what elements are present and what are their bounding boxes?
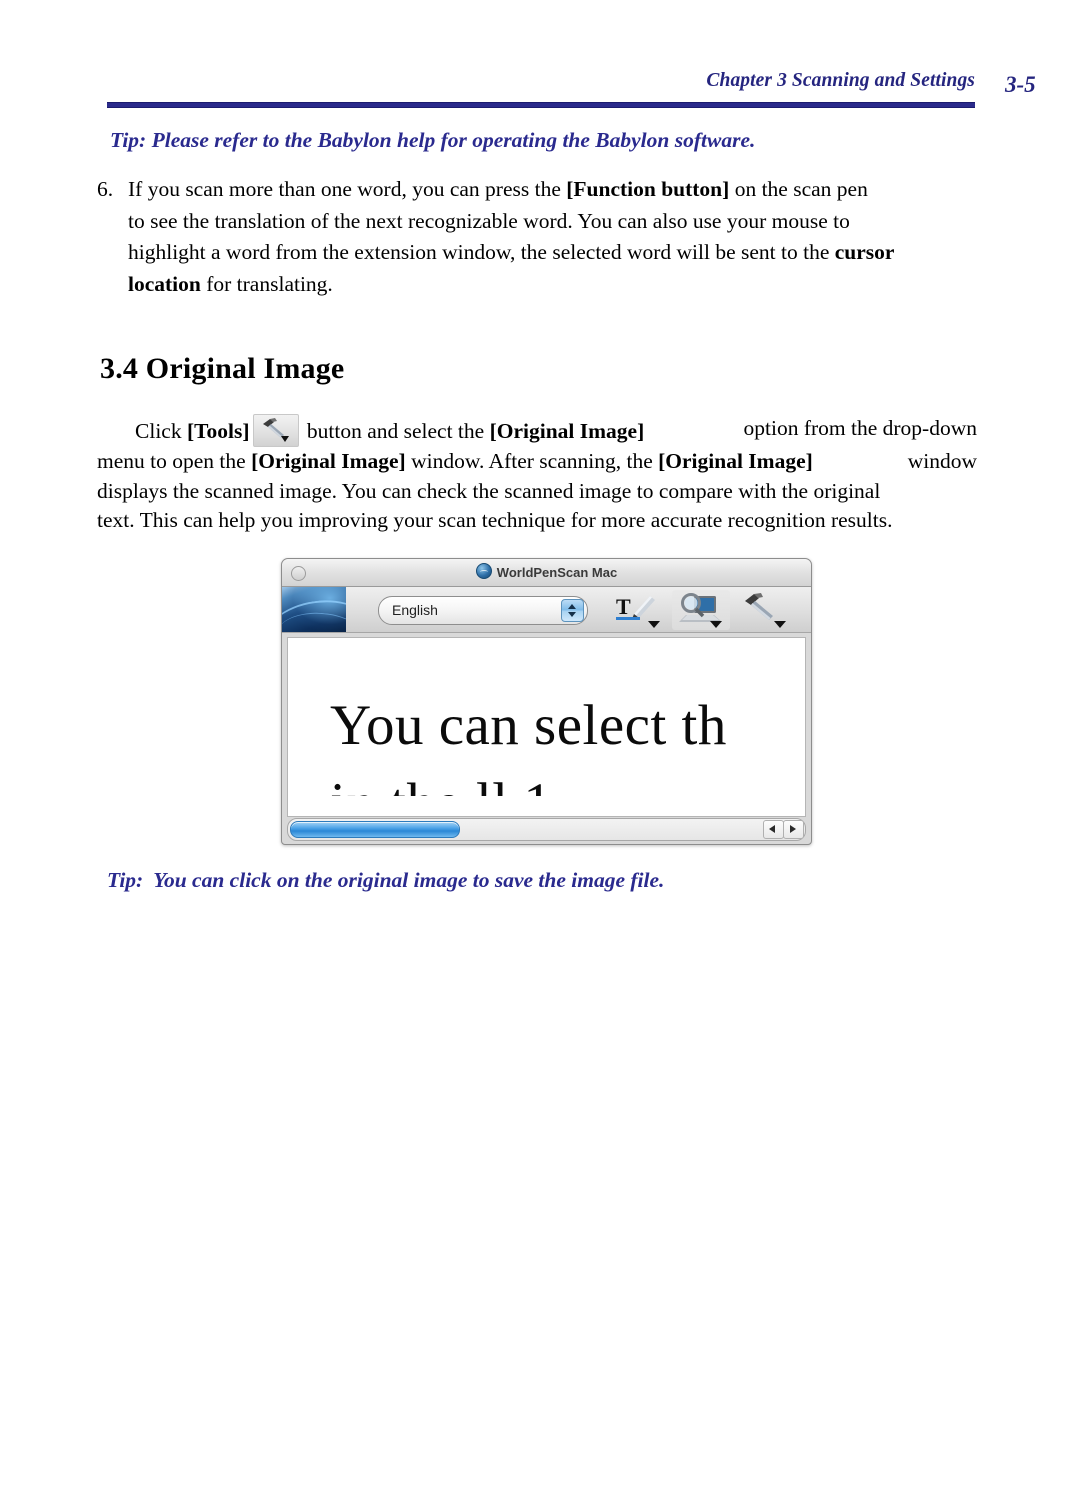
body-line-1: Click [Tools] button and select the [Ori… <box>97 414 977 447</box>
worldpenscan-app-window: WorldPenScan Mac English T You can selec… <box>281 558 812 845</box>
section-heading-original-image: 3.4 Original Image <box>100 352 345 385</box>
body-line-1-left: Click [Tools] button and select the [Ori… <box>97 414 644 447</box>
horizontal-scrollbar[interactable] <box>287 818 806 841</box>
language-select[interactable]: English <box>378 596 588 625</box>
body-line-2-right: window <box>907 449 977 473</box>
header-rule-divider <box>107 102 975 108</box>
triangle-left-icon <box>769 825 775 833</box>
chevron-down-icon <box>568 612 576 617</box>
tip-text: You can click on the original image to s… <box>153 868 665 892</box>
window-title: WorldPenScan Mac <box>496 565 618 580</box>
body-line-2: menu to open the [Original Image] window… <box>97 447 977 477</box>
body-line-4: text. This can help you improving your s… <box>97 508 893 532</box>
tools-menu-label: [Tools] <box>186 419 250 443</box>
toolbar-buttons: T <box>610 590 800 632</box>
tip-babylon-help: Tip: Please refer to the Babylon help fo… <box>110 128 756 152</box>
scanned-text-line-1: You can select th <box>330 694 727 757</box>
text-pen-button[interactable]: T <box>610 590 668 630</box>
language-stepper[interactable] <box>561 599 584 622</box>
running-header: Chapter 3 Scanning and Settings <box>107 70 975 112</box>
function-button-label: [Function button] <box>566 177 730 201</box>
tip-save-image-file: Tip: You can click on the original image … <box>107 868 664 893</box>
chevron-down-icon <box>774 621 786 628</box>
body-line-3: displays the scanned image. You can chec… <box>97 478 881 503</box>
worldpenscan-globe-icon <box>475 563 492 579</box>
window-title-group: WorldPenScan Mac <box>282 563 811 582</box>
list-item-line: If you scan more than one word, you can … <box>128 177 868 201</box>
page-number: 3-5 <box>1005 72 1036 97</box>
scanner-laptop-button[interactable] <box>672 590 730 630</box>
window-titlebar: WorldPenScan Mac <box>282 559 811 587</box>
chevron-down-icon <box>648 621 660 628</box>
svg-text:T: T <box>616 594 631 619</box>
scroll-right-arrow[interactable] <box>783 820 804 839</box>
chevron-down-icon <box>710 621 722 628</box>
horizontal-scrollbar-thumb[interactable] <box>290 821 460 838</box>
hammer-tools-button[interactable] <box>736 590 794 630</box>
numbered-list-item-6: 6. If you scan more than one word, you c… <box>97 174 987 300</box>
body-line-1-right: option from the drop-down <box>743 416 977 440</box>
hammer-tools-icon[interactable] <box>252 414 299 447</box>
list-item-line: to see the translation of the next recog… <box>128 208 850 233</box>
original-image-canvas[interactable]: You can select th in the ll 1 <box>287 637 806 817</box>
scrollbar-arrow-group <box>763 820 804 839</box>
app-toolbar: English T <box>282 587 811 633</box>
tip-label: Tip: <box>107 868 144 892</box>
list-item-line: highlight a word from the extension wind… <box>128 240 895 264</box>
language-select-value: English <box>392 602 438 618</box>
body-line-2-left: menu to open the [Original Image] window… <box>97 449 813 473</box>
body-paragraph: Click [Tools] button and select the [Ori… <box>97 414 977 536</box>
list-item-line: location for translating. <box>128 271 333 296</box>
list-item-text: If you scan more than one word, you can … <box>128 174 987 300</box>
chevron-up-icon <box>568 604 576 609</box>
scroll-left-arrow[interactable] <box>763 820 784 839</box>
worldpenscan-logo <box>282 587 346 632</box>
canvas-bottom-clip <box>288 796 805 816</box>
header-chapter-title: Chapter 3 Scanning and Settings <box>706 70 975 91</box>
list-item-number: 6. <box>97 177 114 201</box>
triangle-right-icon <box>790 825 796 833</box>
